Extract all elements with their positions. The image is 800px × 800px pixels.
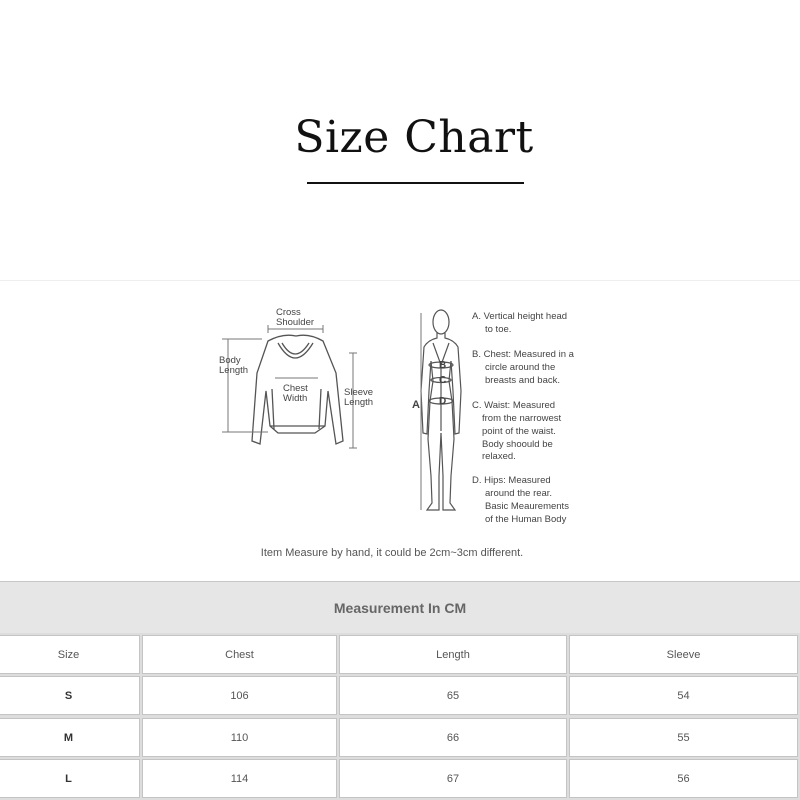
column-header-chest: Chest xyxy=(142,635,337,674)
body-figure-illustration xyxy=(420,309,462,511)
table-cell-chest: 106 xyxy=(142,676,337,715)
table-cell-size: L xyxy=(0,759,140,798)
marker-c: C xyxy=(439,375,446,386)
page-title: Size Chart xyxy=(294,112,534,163)
cross-shoulder-label: Cross Shoulder xyxy=(276,307,314,328)
table-heading: Measurement In CM xyxy=(0,581,800,633)
note-a: A. Vertical height head to toe. xyxy=(472,311,570,335)
marker-b: B xyxy=(439,360,446,371)
title-underline xyxy=(307,182,524,184)
chest-width-label: Chest Width xyxy=(283,383,310,404)
marker-a: A xyxy=(412,399,420,411)
table-cell-sleeve: 56 xyxy=(569,759,798,798)
table-cell-size: S xyxy=(0,676,140,715)
table-cell-size: M xyxy=(0,718,140,757)
table-cell-length: 67 xyxy=(339,759,567,798)
note-b: B. Chest: Measured in a circle around th… xyxy=(472,349,577,386)
column-header-length: Length xyxy=(339,635,567,674)
body-length-label: Body Length xyxy=(219,355,248,376)
table-cell-length: 65 xyxy=(339,676,567,715)
sleeve-length-label: Sleeve Length xyxy=(344,387,376,408)
table-cell-chest: 114 xyxy=(142,759,337,798)
table-cell-sleeve: 54 xyxy=(569,676,798,715)
marker-d: D xyxy=(439,396,446,407)
size-table: Measurement In CM Size Chest Length Slee… xyxy=(0,581,800,800)
note-d: D. Hips: Measured around the rear. Basic… xyxy=(472,475,572,525)
measurement-diagram: Cross Shoulder Body Length Chest Width S… xyxy=(0,281,800,581)
column-header-sleeve: Sleeve xyxy=(569,635,798,674)
measurement-note: Item Measure by hand, it could be 2cm~3c… xyxy=(260,547,524,559)
table-cell-sleeve: 55 xyxy=(569,718,798,757)
table-cell-length: 66 xyxy=(339,718,567,757)
note-c: C. Waist: Measured from the narrowest po… xyxy=(472,400,564,462)
table-cell-chest: 110 xyxy=(142,718,337,757)
column-header-size: Size xyxy=(0,635,140,674)
